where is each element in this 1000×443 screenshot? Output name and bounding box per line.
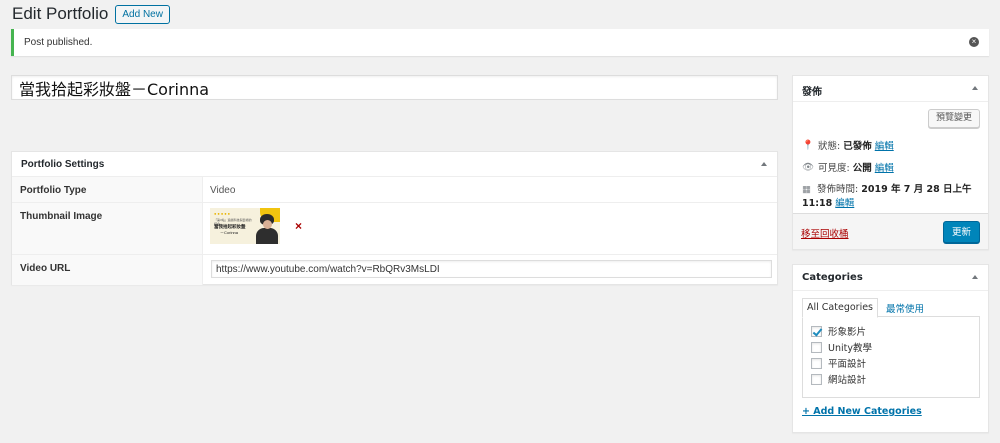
category-checkbox[interactable] — [811, 341, 822, 353]
category-checkbox[interactable] — [811, 325, 822, 337]
edit-status-link[interactable]: 編輯 — [875, 138, 894, 152]
edit-date-link[interactable]: 編輯 — [835, 198, 854, 209]
publish-actions: 移至回收桶 更新 — [793, 213, 988, 249]
category-label: 形象影片 — [828, 327, 867, 338]
portfolio-settings-box: Portfolio Settings Portfolio Type Video … — [11, 151, 778, 285]
category-label: 網站設計 — [828, 375, 867, 386]
post-title-input[interactable] — [11, 75, 778, 100]
portfolio-settings-header[interactable]: Portfolio Settings — [12, 152, 777, 177]
status-row: 📍 狀態: 已發佈 編輯 — [802, 138, 894, 153]
category-checklist: 形象影片 Unity教學 平面設計 網站設計 — [802, 316, 980, 398]
thumbnail-image[interactable]: ●●●●● 「第3站」遊戲科技與藝術的結合 當我拾起彩妝盤 －Corinna — [210, 208, 280, 244]
categories-title: Categories — [802, 272, 863, 283]
page-header: Edit Portfolio Add New — [12, 3, 170, 25]
category-label: 平面設計 — [828, 359, 867, 370]
success-notice: Post published. × — [11, 29, 989, 56]
calendar-icon: ▦ — [802, 184, 811, 195]
collapse-arrow-icon[interactable] — [972, 275, 978, 279]
close-circle-icon[interactable]: × — [969, 37, 979, 47]
video-url-row: Video URL — [12, 255, 777, 285]
collapse-arrow-icon[interactable] — [972, 86, 978, 90]
tab-most-used[interactable]: 最常使用 — [882, 298, 928, 318]
visibility-row: 👁 可見度: 公開 編輯 — [802, 160, 894, 175]
row-label-cell: Portfolio Type — [12, 177, 203, 202]
video-url-input[interactable] — [211, 260, 772, 278]
row-label-cell: Video URL — [12, 255, 203, 285]
categories-header[interactable]: Categories — [793, 265, 988, 291]
date-label: 發佈時間: — [817, 184, 859, 195]
portfolio-settings-title: Portfolio Settings — [21, 159, 105, 170]
collapse-arrow-icon[interactable] — [761, 162, 767, 166]
move-to-trash-link[interactable]: 移至回收桶 — [801, 226, 849, 240]
category-checkbox[interactable] — [811, 373, 822, 385]
thumbnail-dots: ●●●●● — [214, 211, 232, 216]
visibility-value: 公開 — [852, 163, 872, 174]
thumbnail-line-2: 當我拾起彩妝盤 — [214, 224, 246, 229]
edit-visibility-link[interactable]: 編輯 — [875, 160, 894, 174]
eye-icon: 👁 — [802, 161, 815, 173]
thumbnail-person-face — [263, 220, 272, 229]
page-title: Edit Portfolio — [12, 4, 109, 23]
add-new-button[interactable]: Add New — [115, 4, 170, 24]
category-checkbox[interactable] — [811, 357, 822, 369]
categories-box: Categories All Categories 最常使用 形象影片 Unit… — [792, 264, 989, 433]
publish-date-row: ▦ 發佈時間: 2019 年 7 月 28 日上午 11:18 編輯 — [802, 183, 984, 211]
category-item[interactable]: 網站設計 — [811, 372, 866, 386]
portfolio-type-label: Portfolio Type — [20, 185, 87, 196]
publish-header[interactable]: 發佈 — [793, 76, 988, 102]
thumbnail-person-body — [256, 228, 278, 244]
preview-changes-button[interactable]: 預覽變更 — [927, 109, 980, 128]
remove-image-icon[interactable]: × — [295, 219, 302, 233]
visibility-label: 可見度: — [818, 163, 850, 174]
add-new-category-link[interactable]: + Add New Categories — [802, 406, 922, 417]
update-button[interactable]: 更新 — [943, 221, 980, 243]
thumbnail-image-row: Thumbnail Image ●●●●● 「第3站」遊戲科技與藝術的結合 當我… — [12, 203, 777, 255]
category-item[interactable]: 平面設計 — [811, 356, 866, 370]
thumbnail-line-3: －Corinna — [220, 230, 239, 235]
status-label: 狀態: — [818, 141, 841, 152]
category-label: Unity教學 — [828, 343, 872, 354]
portfolio-type-row: Portfolio Type Video — [12, 177, 777, 203]
category-item[interactable]: 形象影片 — [811, 324, 866, 338]
pin-icon: 📍 — [802, 139, 814, 151]
publish-box: 發佈 預覽變更 📍 狀態: 已發佈 編輯 👁 可見度: 公開 編輯 ▦ 發佈時間… — [792, 75, 989, 250]
row-label-cell: Thumbnail Image — [12, 203, 203, 254]
portfolio-type-value[interactable]: Video — [210, 185, 235, 196]
category-item[interactable]: Unity教學 — [811, 340, 872, 354]
category-tabs: All Categories 最常使用 — [802, 298, 928, 318]
notice-text: Post published. — [24, 37, 93, 48]
status-value: 已發佈 — [843, 141, 872, 152]
publish-title: 發佈 — [802, 87, 822, 98]
video-url-label: Video URL — [20, 263, 71, 274]
thumbnail-image-label: Thumbnail Image — [20, 211, 103, 222]
tab-all-categories[interactable]: All Categories — [802, 298, 879, 318]
